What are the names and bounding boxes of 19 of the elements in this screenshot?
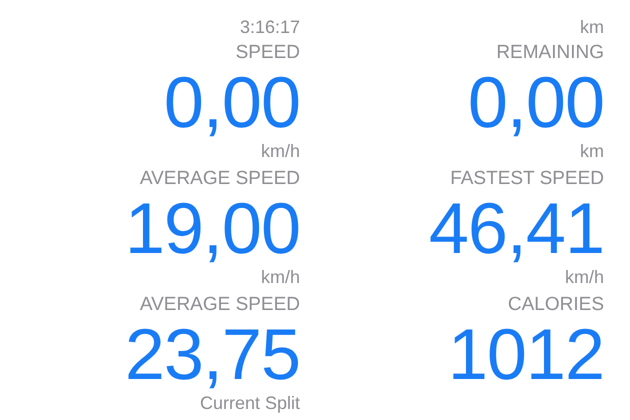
metric-label: CALORIES xyxy=(508,294,604,316)
metric-value: 23,75 xyxy=(124,316,300,394)
metric-label: AVERAGE SPEED xyxy=(140,294,300,316)
metric-unit: km xyxy=(580,18,604,36)
metric-value: 0,00 xyxy=(468,64,604,142)
metric-unit: km/h xyxy=(564,268,604,286)
metric-label: REMAINING xyxy=(496,42,604,64)
metric-unit: km/h xyxy=(260,268,300,286)
metric-value: 0,00 xyxy=(164,64,300,142)
metric-value: 19,00 xyxy=(124,190,300,268)
metric-value: 1012 xyxy=(448,316,604,394)
metric-label: FASTEST SPEED xyxy=(450,168,604,190)
metric-value: 46,41 xyxy=(428,190,604,268)
metric-label: SPEED xyxy=(236,42,300,64)
metric-unit: Current Split xyxy=(200,394,300,412)
metric-unit: 3:16:17 xyxy=(240,18,300,36)
metric-unit: km/h xyxy=(260,142,300,160)
metric-label: AVERAGE SPEED xyxy=(140,168,300,190)
metric-unit: km xyxy=(580,142,604,160)
